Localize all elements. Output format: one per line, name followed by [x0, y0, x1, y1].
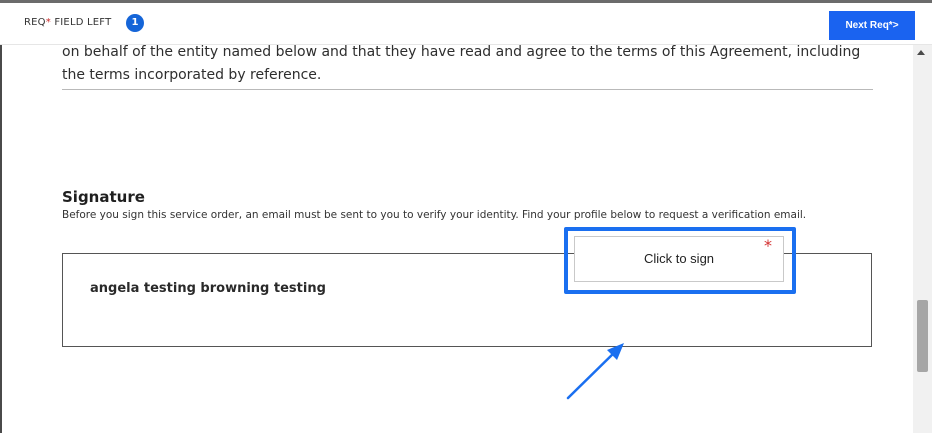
document-left-edge	[0, 45, 2, 433]
next-required-button[interactable]: Next Req*>	[829, 11, 915, 40]
click-to-sign-button[interactable]: Click to sign	[574, 236, 784, 282]
signer-name: angela testing browning testing	[90, 281, 326, 296]
required-count-badge: 1	[126, 14, 144, 32]
signature-heading: Signature	[62, 188, 145, 206]
required-fields-label: REQ* FIELD LEFT	[24, 17, 112, 28]
vertical-scrollbar[interactable]	[913, 45, 932, 433]
required-fields-bar: REQ* FIELD LEFT 1 Next Req*>	[0, 3, 932, 45]
required-star-icon: *	[764, 236, 772, 255]
scroll-up-arrow-icon[interactable]	[917, 50, 925, 55]
signer-detail-placeholder	[125, 306, 225, 312]
agreement-text: on behalf of the entity named below and …	[62, 44, 861, 83]
signature-description: Before you sign this service order, an e…	[62, 209, 807, 221]
section-divider	[62, 89, 873, 90]
scrollbar-thumb[interactable]	[917, 300, 928, 372]
